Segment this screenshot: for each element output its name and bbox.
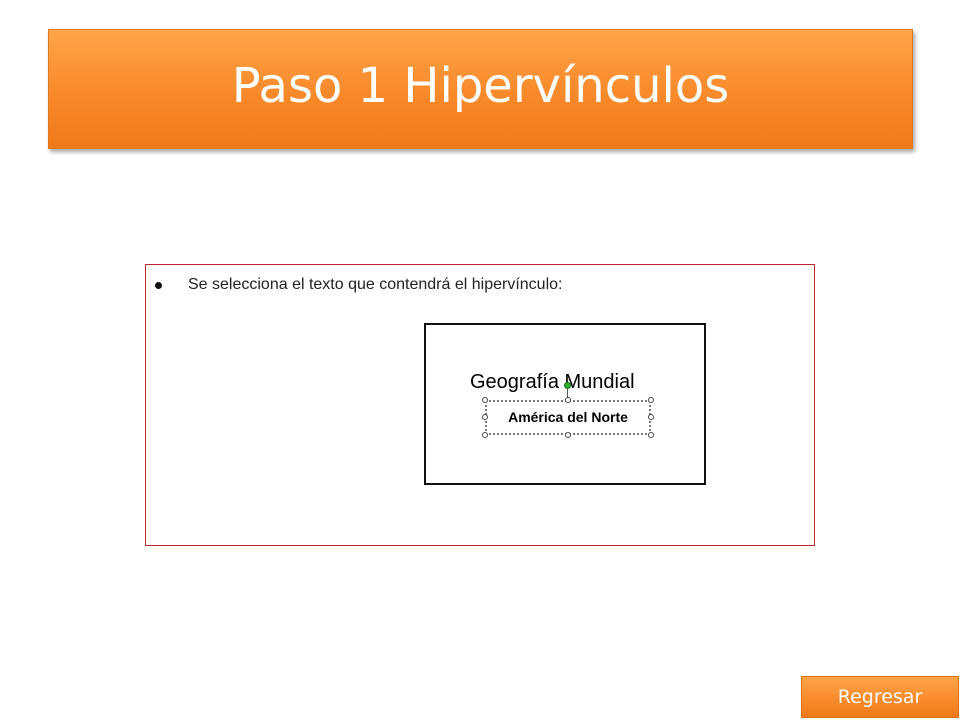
resize-handle-bottom-center[interactable] <box>565 432 571 438</box>
back-button-label: Regresar <box>837 686 923 708</box>
slide-title: Paso 1 Hipervínculos <box>231 58 730 114</box>
resize-handle-middle-left[interactable] <box>482 414 488 420</box>
selected-text[interactable]: América del Norte <box>487 409 649 425</box>
back-button[interactable]: Regresar <box>801 676 959 718</box>
resize-handle-bottom-left[interactable] <box>482 432 488 438</box>
resize-handle-bottom-right[interactable] <box>648 432 654 438</box>
title-banner: Paso 1 Hipervínculos <box>48 29 913 149</box>
content-frame: Se selecciona el texto que contendrá el … <box>145 264 815 546</box>
resize-handle-top-center[interactable] <box>565 397 571 403</box>
resize-handle-top-right[interactable] <box>648 397 654 403</box>
text-selection-box[interactable]: América del Norte <box>485 400 651 435</box>
resize-handle-top-left[interactable] <box>482 397 488 403</box>
bullet-icon <box>155 281 162 289</box>
bullet-text: Se selecciona el texto que contendrá el … <box>188 276 563 293</box>
preview-screenshot: Geografía Mundial América del Norte <box>424 323 706 485</box>
preview-title: Geografía Mundial <box>470 371 635 393</box>
rotate-handle-icon[interactable] <box>564 382 571 389</box>
bullet-item: Se selecciona el texto que contendrá el … <box>155 276 562 294</box>
resize-handle-middle-right[interactable] <box>648 414 654 420</box>
